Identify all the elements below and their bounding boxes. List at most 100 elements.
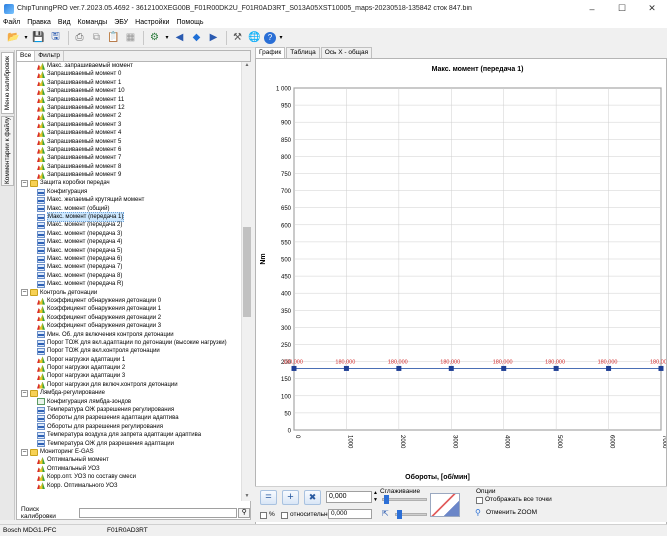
diamond-icon[interactable]: ◆ (189, 30, 204, 45)
tree-item[interactable]: Температура ОЖ для разрешения адаптации (17, 440, 241, 448)
tree-item[interactable]: Конфигурация лямбда-зондов (17, 398, 241, 406)
tree-item[interactable]: Запрашиваемый момент 3 (17, 121, 241, 129)
tree-item[interactable]: Запрашиваемый момент 12 (17, 104, 241, 112)
relative-checkbox[interactable] (281, 512, 288, 519)
tree-item[interactable]: Порог нагрузки адаптации 3 (17, 372, 241, 381)
smoothing-slider-thumb[interactable] (384, 495, 389, 504)
open-folder-icon[interactable]: 📂 (6, 30, 21, 45)
tree-item[interactable]: Запрашиваемый момент 11 (17, 96, 241, 104)
tab-table[interactable]: Таблица (286, 47, 320, 58)
tab-x-axis-common[interactable]: Ось X - общая (320, 47, 373, 58)
tree-item[interactable]: Макс. момент (передача 1) (17, 212, 241, 223)
close-button[interactable]: ✕ (637, 0, 667, 17)
search-icon[interactable]: ⚲ (238, 507, 250, 518)
percent-checkbox[interactable] (260, 512, 267, 519)
tree-item[interactable]: Коэффициент обнаружения детонации 3 (17, 322, 241, 330)
tree-item[interactable]: Корр. Оптимального УОЗ (17, 482, 241, 490)
tree-item[interactable]: Запрашиваемый момент 10 (17, 87, 241, 95)
dropdown-icon[interactable]: ▾ (23, 30, 29, 45)
tree-item[interactable]: Макс. момент (передача R) (17, 280, 241, 288)
tree-item[interactable]: Оптимальный УОЗ (17, 465, 241, 473)
tab-all[interactable]: Все (17, 51, 36, 61)
spin-up-icon[interactable]: ▲ (373, 490, 378, 496)
menu-file[interactable]: Файл (3, 19, 20, 26)
tree-item[interactable]: Коэффициент обнаружения детонации 1 (17, 305, 241, 314)
tree-item[interactable]: Обороты для разрешения адаптации адаптив… (17, 414, 241, 423)
torque-chart[interactable]: Макс. момент (передача 1)050100150200250… (256, 59, 667, 487)
relative-value-input[interactable]: 0,000 (328, 509, 372, 519)
tree-item[interactable]: Запрашиваемый момент 7 (17, 154, 241, 162)
tree-item[interactable]: Макс. момент (передача 2) (17, 221, 241, 230)
zoom-reset-icon[interactable]: ⚲ (475, 508, 481, 517)
tree-item[interactable]: Макс. момент (передача 7) (17, 263, 241, 272)
print-icon[interactable]: ⎙ (72, 30, 87, 45)
tree-item[interactable]: Обороты для разрешения регулирования (17, 423, 241, 431)
navigate-left-icon[interactable]: ◀ (172, 30, 187, 45)
value-input[interactable]: 0,000 (326, 491, 372, 503)
tree-item[interactable]: Конфигурация (17, 188, 241, 196)
collapse-icon[interactable]: – (21, 180, 28, 188)
tree-item[interactable]: – Защита коробки передач (17, 179, 241, 188)
tree-item[interactable]: Порог нагрузки адаптации 2 (17, 364, 241, 372)
copy-icon[interactable]: ⧉ (89, 30, 104, 45)
smoothing-slider-secondary-thumb[interactable] (397, 510, 402, 519)
tab-calibration-menu[interactable]: Меню калибровок (1, 52, 14, 114)
navigate-right-icon[interactable]: ▶ (206, 30, 221, 45)
multiply-button[interactable]: ✖ (304, 490, 321, 505)
tree-item[interactable]: Макс. момент (передача 8) (17, 272, 241, 280)
globe-icon[interactable]: 🌐 (247, 30, 262, 45)
tree-item[interactable]: Макс. момент (передача 5) (17, 247, 241, 255)
tree-item[interactable]: Температура ОЖ разрешения регулирования (17, 406, 241, 414)
tree-item[interactable]: Запрашиваемый момент 4 (17, 129, 241, 137)
search-input[interactable] (79, 507, 238, 518)
tree-item[interactable]: Запрашиваемый момент 0 (17, 70, 241, 79)
tree-item[interactable]: Макс. запрашиваемый момент (17, 62, 241, 70)
scroll-up-icon[interactable]: ▲ (242, 62, 252, 70)
menu-commands[interactable]: Команды (78, 19, 108, 26)
tree-item[interactable]: Запрашиваемый момент 1 (17, 79, 241, 87)
collapse-icon[interactable]: – (21, 289, 28, 297)
menu-view[interactable]: Вид (58, 19, 71, 26)
spin-down-icon[interactable]: ▼ (373, 497, 378, 503)
tree-item[interactable]: Коэффициент обнаружения детонации 0 (17, 297, 241, 305)
collapse-icon[interactable]: – (21, 448, 28, 456)
tools-icon[interactable]: ⚒ (230, 30, 245, 45)
tree-item[interactable]: – Мониторинг E-GAS (17, 448, 241, 456)
tree-item[interactable]: Макс. момент (передача 4) (17, 238, 241, 246)
tab-graph[interactable]: График (255, 47, 286, 58)
tree-item[interactable]: Мин. Об. для включения контроля детонаци… (17, 331, 241, 339)
tree-item[interactable]: Запрашиваемый момент 9 (17, 171, 241, 179)
tree-item[interactable]: Порог ТОЖ для вкл.контроля детонации (17, 347, 241, 355)
menu-help[interactable]: Помощь (176, 19, 203, 26)
tab-file-comments[interactable]: Комментарии к файлу (1, 116, 14, 186)
tree-item[interactable]: Макс. момент (передача 6) (17, 255, 241, 263)
tree-item[interactable]: – Контроль детонации (17, 289, 241, 297)
tree-item[interactable]: Коэффициент обнаружения детонации 2 (17, 314, 241, 322)
tree-item[interactable]: Порог нагрузки адаптации 1 (17, 356, 241, 364)
menu-edit[interactable]: Правка (27, 19, 51, 26)
smoothing-preview-icon[interactable] (430, 493, 460, 517)
collapse-icon[interactable]: – (21, 389, 28, 397)
tree-item[interactable]: Макс. момент (передача 3) (17, 230, 241, 238)
equals-button[interactable]: = (260, 490, 277, 505)
minimize-button[interactable]: – (577, 0, 607, 17)
show-all-points-checkbox[interactable] (476, 497, 483, 504)
tree-item[interactable]: Порог ТОЖ для вкл.адаптации по детонации… (17, 339, 241, 347)
scrollbar-thumb[interactable] (243, 227, 251, 317)
tree-item[interactable]: Оптимальный момент (17, 456, 241, 465)
dropdown-icon[interactable]: ▾ (278, 30, 284, 45)
dropdown-icon[interactable]: ▾ (164, 30, 170, 45)
help-icon[interactable]: ? (264, 31, 276, 44)
tree-item[interactable]: Температура воздуха для запрета адаптаци… (17, 431, 241, 439)
save-as-icon[interactable]: 🖫 (48, 30, 63, 45)
menu-settings[interactable]: Настройки (135, 19, 169, 26)
ecu-tools-icon[interactable]: ⚙ (147, 30, 162, 45)
tree-item[interactable]: Запрашиваемый момент 2 (17, 112, 241, 121)
save-icon[interactable]: 💾 (31, 30, 46, 45)
tree-item[interactable]: Запрашиваемый момент 6 (17, 146, 241, 154)
tree-item[interactable]: – Лямбда-регулирование (17, 389, 241, 397)
tree-item[interactable]: Корр.опт. УОЗ по составу смеси (17, 473, 241, 481)
scroll-down-icon[interactable]: ▼ (242, 493, 252, 501)
cancel-zoom-button[interactable]: Отменить ZOOM (486, 509, 537, 516)
tree-scrollbar[interactable]: ▲ ▼ (241, 62, 251, 501)
